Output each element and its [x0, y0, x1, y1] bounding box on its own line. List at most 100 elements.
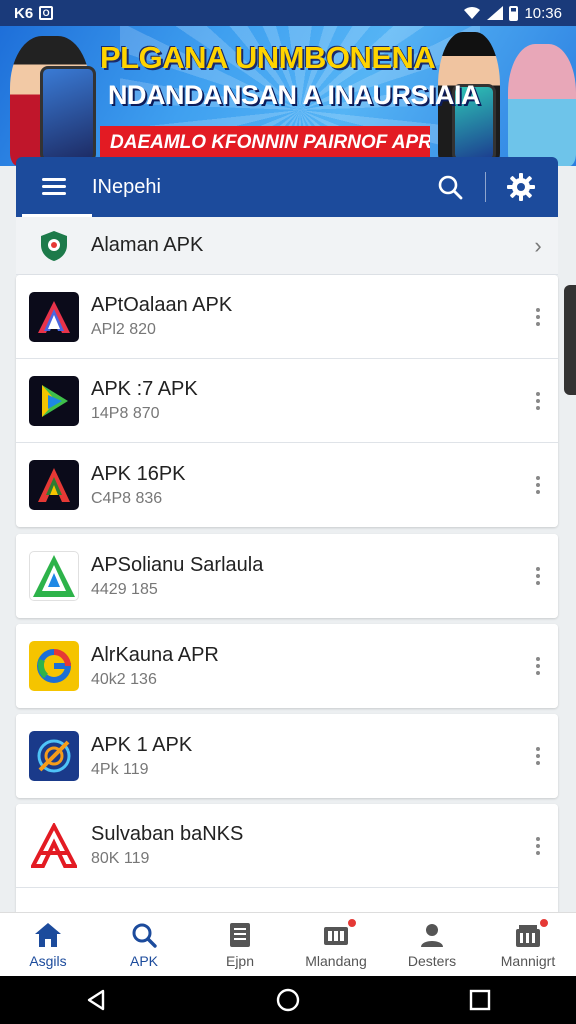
app-bar-separator [485, 172, 486, 202]
app-logo-icon [29, 291, 79, 342]
list-item-text: APK 16PK C4P8 836 [91, 463, 518, 508]
app-list-card: APK 1 APK 4Pk 119 [16, 714, 558, 798]
list-item-subtitle: 4429 185 [91, 580, 158, 598]
gear-icon [507, 173, 535, 201]
banner-subtitle: NDANDANSAN A INAURSIAIA [108, 80, 481, 110]
list-item-text: APK 1 APK 4Pk 119 [91, 734, 518, 779]
system-navigation-bar [0, 976, 576, 1024]
document-icon [230, 922, 250, 947]
list-item[interactable]: Sulvaban baNKS 80K 119 [16, 804, 558, 888]
search-icon [438, 175, 463, 200]
app-logo-icon [29, 375, 79, 426]
app-logo-icon [29, 460, 79, 510]
category-text: Alaman APK [91, 234, 518, 257]
status-left: K6 O [14, 4, 54, 22]
list-item-title: APK 16PK [91, 462, 186, 485]
main-panel: INepehi Alaman APK › APtOalaan APK APl2 … [16, 157, 558, 917]
app-bar-title: INepehi [92, 175, 161, 198]
list-item[interactable]: APtOalaan APK APl2 820 [16, 275, 558, 359]
list-item-subtitle: 4Pk 119 [91, 760, 149, 778]
nav-label: Mannigrt [500, 952, 556, 969]
profile-icon [421, 923, 443, 947]
nav-apk[interactable]: APK [96, 913, 192, 976]
more-options-icon[interactable] [518, 657, 558, 675]
list-item[interactable]: APK 1 APK 4Pk 119 [16, 714, 558, 798]
app-list-card: APtOalaan APK APl2 820 APK :7 APK 14P8 8… [16, 275, 558, 527]
list-item-subtitle: 40k2 136 [91, 670, 157, 688]
status-left-text: K6 [14, 4, 34, 22]
more-options-icon[interactable] [518, 747, 558, 765]
status-right: 10:36 [463, 5, 562, 22]
app-logo-icon [29, 551, 79, 601]
menu-icon [42, 178, 66, 196]
nav-mlandang[interactable]: Mlandang [288, 913, 384, 976]
list-item-title: APK 1 APK [91, 733, 193, 756]
list-item-subtitle: 14P8 870 [91, 405, 160, 422]
search-button[interactable] [423, 157, 477, 217]
list-item-text: AlrKauna APR 40k2 136 [91, 644, 518, 689]
list-item-subtitle: APl2 820 [91, 321, 156, 338]
settings-button[interactable] [494, 157, 548, 217]
search-icon [132, 923, 157, 948]
more-options-icon[interactable] [518, 307, 558, 326]
list-item[interactable]: AlrKauna APR 40k2 136 [16, 624, 558, 708]
home-icon [35, 922, 61, 947]
app-logo-icon [29, 641, 79, 691]
list-item-subtitle: 80K 119 [91, 850, 150, 867]
list-item-title: APtOalaan APK [91, 294, 233, 316]
app-list-card: AlrKauna APR 40k2 136 [16, 624, 558, 708]
list-item-title: APK :7 APK [91, 378, 198, 400]
list-item-title: AlrKauna APR [91, 643, 219, 666]
nav-label: Desters [407, 952, 457, 969]
more-options-icon[interactable] [518, 836, 558, 855]
list-item-text: Sulvaban baNKS 80K 119 [91, 823, 518, 868]
home-circle-icon[interactable] [276, 988, 300, 1012]
list-item-title: Sulvaban baNKS [91, 823, 244, 845]
nav-home[interactable]: Asgils [0, 913, 96, 976]
battery-icon [509, 5, 519, 21]
chevron-right-icon: › [534, 232, 542, 258]
back-icon[interactable] [85, 988, 107, 1012]
banner-strip: DAEAMLO KFONNIN PAIRNOF APR [100, 126, 430, 160]
list-item-text: APtOalaan APK APl2 820 [91, 294, 518, 339]
scroll-handle[interactable] [564, 285, 576, 395]
nav-mannigrt[interactable]: Mannigrt [480, 913, 576, 976]
nav-desters[interactable]: Desters [384, 913, 480, 976]
shield-icon [29, 226, 79, 266]
category-row[interactable]: Alaman APK › [16, 217, 558, 275]
list-item-text: APSolianu Sarlaula 4429 185 [91, 554, 518, 599]
notification-icon: O [39, 6, 54, 20]
app-logo-icon [29, 731, 79, 781]
category-title: Alaman APK [91, 234, 204, 256]
nav-ejpn[interactable]: Ejpn [192, 913, 288, 976]
nav-label: Asgils [29, 952, 67, 969]
list-item-title: APSolianu Sarlaula [91, 553, 264, 576]
banner-person-far-right [508, 44, 576, 166]
list-item[interactable]: APK :7 APK 14P8 870 [16, 359, 558, 443]
more-options-icon[interactable] [518, 567, 558, 585]
promo-banner[interactable]: PLGANA UNMBONENA NDANDANSAN A INAURSIAIA… [0, 26, 576, 166]
app-list-card: Sulvaban baNKS 80K 119 [16, 804, 558, 917]
signal-icon [487, 6, 504, 20]
wifi-icon [464, 6, 481, 19]
nav-label: Mlandang [305, 952, 367, 969]
app-list-card: APSolianu Sarlaula 4429 185 [16, 534, 558, 618]
bottom-navigation: Asgils APK Ejpn Mlandang Desters Mannigr… [0, 912, 576, 976]
more-options-icon[interactable] [518, 391, 558, 410]
recents-icon[interactable] [469, 989, 491, 1011]
status-bar: K6 O 10:36 [0, 0, 576, 26]
status-time: 10:36 [524, 4, 562, 22]
nav-label: Ejpn [225, 952, 255, 969]
app-bar: INepehi [16, 157, 558, 217]
nav-label: APK [129, 952, 158, 969]
app-logo-icon [29, 820, 79, 871]
notification-badge [346, 917, 358, 929]
list-item-subtitle: C4P8 836 [91, 489, 163, 507]
list-item-text: APK :7 APK 14P8 870 [91, 378, 518, 423]
list-item[interactable]: APSolianu Sarlaula 4429 185 [16, 534, 558, 618]
banner-phone-left [40, 66, 96, 162]
banner-title: PLGANA UNMBONENA [100, 40, 436, 75]
more-options-icon[interactable] [518, 476, 558, 494]
list-item[interactable]: APK 16PK C4P8 836 [16, 443, 558, 527]
menu-button[interactable] [16, 157, 92, 217]
